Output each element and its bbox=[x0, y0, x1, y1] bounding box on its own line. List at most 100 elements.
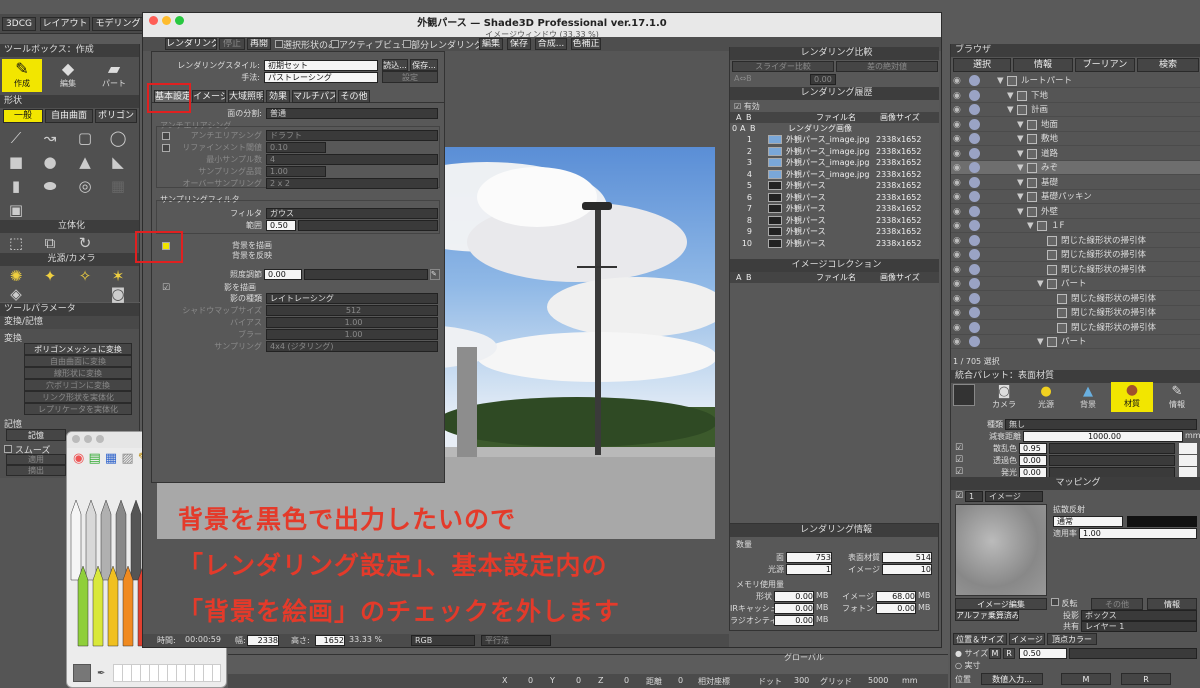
composite-menu[interactable]: 合成... bbox=[535, 38, 567, 50]
tree-item[interactable]: ◉ ▼ 敷地 bbox=[951, 132, 1200, 146]
tree-item[interactable]: ◉ 閉じた線形状の掃引体 bbox=[951, 248, 1200, 262]
eye-icon[interactable]: ◉ bbox=[953, 89, 961, 103]
to-line-button[interactable]: 線形状に変換 bbox=[24, 367, 132, 379]
history-row[interactable]: 6 外観パース 2338x1652 bbox=[730, 192, 939, 203]
expand-triangle-icon[interactable]: ▼ bbox=[997, 74, 1004, 88]
area-light-icon[interactable]: ✧ bbox=[75, 267, 95, 285]
history-row[interactable]: 3 外観パース_image.jpg 2338x1652 bbox=[730, 157, 939, 168]
color-swatch-icon[interactable] bbox=[969, 220, 980, 231]
line-tool-icon[interactable]: ⟋ bbox=[6, 128, 26, 148]
expand-triangle-icon[interactable]: ▼ bbox=[1037, 277, 1044, 291]
tree-item[interactable]: ◉ ▼ 計画 bbox=[951, 103, 1200, 117]
eye-icon[interactable]: ◉ bbox=[953, 263, 961, 277]
expand-triangle-icon[interactable]: ▼ bbox=[1017, 205, 1024, 219]
tree-item[interactable]: ◉ ▼ 基礎パッキン bbox=[951, 190, 1200, 204]
color-mode-select[interactable]: RGB bbox=[411, 635, 475, 646]
tab-multipass[interactable]: マルチパス bbox=[292, 90, 336, 103]
texture-preview[interactable] bbox=[955, 504, 1047, 596]
shape-tab-general[interactable]: 一般 bbox=[3, 109, 43, 123]
size-field[interactable]: 0.50 bbox=[1019, 648, 1067, 659]
diff-abs-button[interactable]: 差の絶対値 bbox=[836, 61, 938, 72]
height-field[interactable]: 1652 bbox=[315, 635, 345, 646]
tree-item[interactable]: ◉ 閉じた線形状の掃引体 bbox=[951, 234, 1200, 248]
history-row[interactable]: 10 外観パース 2338x1652 bbox=[730, 238, 939, 249]
cone-tool-icon[interactable]: ▲ bbox=[75, 152, 95, 172]
eye-icon[interactable]: ◉ bbox=[953, 321, 961, 335]
history-row[interactable]: 4 外観パース_image.jpg 2338x1652 bbox=[730, 169, 939, 180]
tree-item[interactable]: ◉ ▼ 下地 bbox=[951, 89, 1200, 103]
reflect-check[interactable]: 反転 bbox=[1051, 598, 1078, 609]
history-row[interactable]: 2 外観パース_image.jpg 2338x1652 bbox=[730, 146, 939, 157]
history-row[interactable]: 7 外観パース 2338x1652 bbox=[730, 203, 939, 214]
shadow-type-select[interactable]: レイトレーシング bbox=[266, 293, 438, 304]
tab-image[interactable]: イメージ bbox=[192, 90, 226, 103]
width-field[interactable]: 2338 bbox=[247, 635, 279, 646]
palette-tab-info[interactable]: ✎ 情報 bbox=[1157, 384, 1197, 412]
color-swatch-icon[interactable] bbox=[969, 133, 980, 144]
expand-triangle-icon[interactable]: ▼ bbox=[1017, 161, 1024, 175]
illum-pick-icon[interactable]: ✎ bbox=[430, 269, 440, 280]
tree-item[interactable]: ◉ ▼ ルートパート bbox=[951, 74, 1200, 88]
history-head-row[interactable]: 0 A B レンダリング画像 bbox=[730, 123, 939, 134]
tab-layout[interactable]: レイアウト bbox=[40, 17, 90, 31]
window-close-icon[interactable] bbox=[149, 16, 158, 25]
eye-icon[interactable]: ◉ bbox=[953, 277, 961, 291]
apply-button[interactable]: 適用 bbox=[6, 454, 66, 465]
resume-button[interactable]: 再開 bbox=[247, 38, 271, 50]
camera2-tool-icon[interactable]: ◙ bbox=[108, 285, 128, 303]
to-polygon-mesh-button[interactable]: ポリゴンメッシュに変換 bbox=[24, 343, 132, 355]
history-row[interactable]: 8 外観パース 2338x1652 bbox=[730, 215, 939, 226]
eye-icon[interactable]: ◉ bbox=[953, 103, 961, 117]
current-color-swatch[interactable] bbox=[73, 664, 91, 682]
sun-light-icon[interactable]: ✺ bbox=[6, 267, 26, 285]
palette-tab-light[interactable]: ● 光源 bbox=[1027, 384, 1065, 412]
palette-tab-background[interactable]: ▲ 背景 bbox=[1069, 384, 1107, 412]
load-button[interactable]: 読込... bbox=[382, 59, 408, 71]
alpha-premult-button[interactable]: アルファ乗算済み bbox=[955, 610, 1019, 621]
point-light-icon[interactable]: ✶ bbox=[108, 267, 128, 285]
memory-button[interactable]: 記憶 bbox=[6, 429, 66, 441]
shape-tab-polygon[interactable]: ポリゴン bbox=[95, 109, 137, 123]
save-menu[interactable]: 保存 bbox=[507, 38, 531, 50]
tab-gi[interactable]: 大域照明 bbox=[228, 90, 264, 103]
color-swatch-icon[interactable] bbox=[969, 205, 980, 217]
expand-triangle-icon[interactable]: ▼ bbox=[1017, 132, 1024, 146]
tree-item[interactable]: ◉ 閉じた線形状の掃引体 bbox=[951, 321, 1200, 335]
tree-item[interactable]: ◉ 閉じた線形状の掃引体 bbox=[951, 263, 1200, 277]
projection-type-select[interactable]: ボックス bbox=[1081, 610, 1197, 621]
tool-edit[interactable]: ◆ 編集 bbox=[48, 59, 88, 92]
color-correct-menu[interactable]: 色補正 bbox=[571, 38, 601, 50]
attenuation-field[interactable]: 1000.00 bbox=[1023, 431, 1183, 442]
tool-part[interactable]: ▰ パート bbox=[94, 59, 134, 92]
tree-item[interactable]: ◉ ▼ 地面 bbox=[951, 118, 1200, 132]
tree-item[interactable]: ◉ ▼ １F bbox=[951, 219, 1200, 233]
history-row[interactable]: 1 外観パース_image.jpg 2338x1652 bbox=[730, 134, 939, 145]
relative-coord-select[interactable]: 相対座標 bbox=[698, 676, 730, 687]
diffuse-field[interactable]: 0.95 bbox=[1019, 443, 1047, 454]
aa-select[interactable]: ドラフト bbox=[266, 130, 438, 141]
saved-swatches[interactable] bbox=[113, 664, 221, 682]
cp-close-icon[interactable] bbox=[72, 435, 80, 443]
aa-checkbox[interactable] bbox=[162, 132, 170, 140]
ab-toggle[interactable]: A⇔B bbox=[734, 74, 752, 83]
save-button[interactable]: 保存... bbox=[410, 59, 438, 71]
capsule-tool-icon[interactable]: ⬬ bbox=[40, 176, 60, 196]
other-button[interactable]: その他 bbox=[1091, 598, 1143, 610]
color-swatch-icon[interactable] bbox=[969, 89, 980, 101]
blend-mode-select[interactable]: 通常 bbox=[1053, 516, 1123, 527]
tree-item[interactable]: ◉ ▼ 基礎 bbox=[951, 176, 1200, 190]
trans-field[interactable]: 0.00 bbox=[1019, 455, 1047, 466]
blend-color-swatch[interactable] bbox=[1127, 516, 1197, 527]
tab-3dcg[interactable]: 3DCG bbox=[2, 17, 36, 31]
tab-modeling[interactable]: モデリング bbox=[92, 17, 144, 31]
palette-tab-camera[interactable]: ◙ カメラ bbox=[985, 384, 1023, 412]
browser-tab-info[interactable]: 情報 bbox=[1013, 58, 1073, 72]
curve-tool-icon[interactable]: ↝ bbox=[40, 128, 60, 148]
numeric-input-button[interactable]: 数値入力... bbox=[981, 673, 1043, 685]
realize-replicator-button[interactable]: レプリケータを実体化 bbox=[24, 403, 132, 415]
history-row[interactable]: 9 外観パース 2338x1652 bbox=[730, 226, 939, 237]
method-select[interactable]: パストレーシング bbox=[264, 72, 378, 83]
render-button[interactable]: レンダリング bbox=[165, 38, 217, 50]
refine-field[interactable]: 0.10 bbox=[266, 142, 326, 153]
eye-icon[interactable]: ◉ bbox=[953, 205, 961, 219]
